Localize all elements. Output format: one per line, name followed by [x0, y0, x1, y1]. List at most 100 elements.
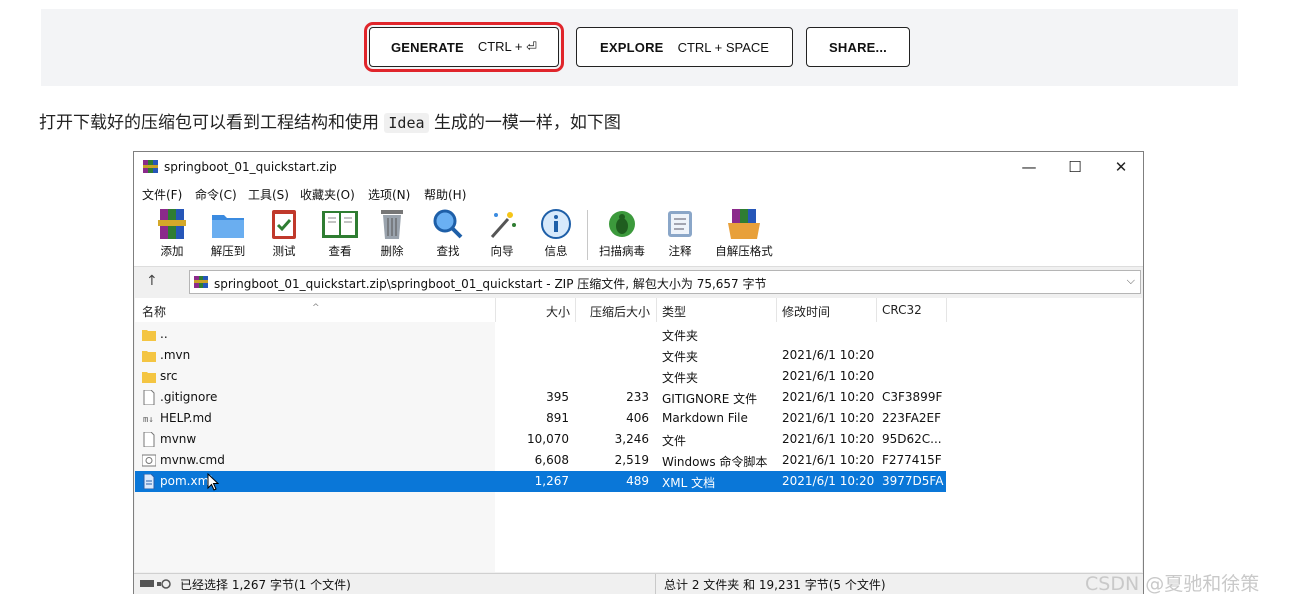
- file-size: 6,608: [534, 453, 569, 467]
- paragraph-text-after: 生成的一模一样，如下图: [433, 113, 621, 133]
- tool-extract[interactable]: 解压到: [202, 207, 254, 259]
- tool-view[interactable]: 查看: [314, 207, 366, 259]
- menu-bar: 文件(F) 命令(C) 工具(S) 收藏夹(O) 选项(N) 帮助(H): [134, 182, 1143, 204]
- file-icon: [142, 389, 156, 406]
- menu-favorites[interactable]: 收藏夹(O): [300, 186, 355, 203]
- tool-test[interactable]: 测试: [258, 207, 310, 259]
- file-row-selected[interactable]: pom.xml 1,267 489 XML 文档 2021/6/1 10:20 3977D…: [135, 471, 946, 492]
- address-bar: ↑ springboot_01_quickstart.zip\springboo…: [134, 267, 1143, 297]
- delete-trash-icon: [381, 210, 403, 239]
- file-row[interactable]: m↓ HELP.md 891 406 Markdown File 2021/6/1 10:…: [135, 408, 946, 429]
- address-field[interactable]: springboot_01_quickstart.zip\springboot_…: [189, 270, 1141, 294]
- file-type: 文件夹: [662, 371, 699, 385]
- file-type: 文件夹: [662, 329, 699, 343]
- file-size: 891: [546, 411, 569, 425]
- info-icon: [541, 209, 571, 239]
- status-total: 总计 2 文件夹 和 19,231 字节(5 个文件): [664, 578, 886, 592]
- file-packed: 406: [626, 411, 649, 425]
- menu-command[interactable]: 命令(C): [195, 186, 237, 203]
- file-row[interactable]: mvnw 10,070 3,246 文件 2021/6/1 10:20 95D62C...: [135, 429, 946, 450]
- share-button[interactable]: SHARE...: [806, 27, 910, 67]
- menu-help[interactable]: 帮助(H): [424, 186, 466, 203]
- file-row[interactable]: mvnw.cmd 6,608 2,519 Windows 命令脚本 2021/6/1 1…: [135, 450, 946, 471]
- file-modified: 2021/6/1 10:20: [782, 411, 875, 425]
- file-icon: [142, 431, 156, 448]
- explore-shortcut: CTRL + SPACE: [677, 39, 769, 55]
- find-magnifier-icon: [433, 209, 463, 239]
- tool-delete[interactable]: 删除: [366, 207, 418, 259]
- inline-code: Idea: [384, 113, 429, 133]
- file-modified: 2021/6/1 10:20: [782, 474, 875, 488]
- file-row[interactable]: .mvn 文件夹 2021/6/1 10:20: [135, 345, 946, 366]
- cmd-icon: [141, 453, 157, 468]
- chevron-down-icon[interactable]: ⌵: [1127, 274, 1135, 288]
- watermark: CSDN @夏驰和徐策: [1085, 573, 1260, 595]
- file-packed: 3,246: [614, 432, 649, 446]
- file-crc: 3977D5FA: [882, 474, 944, 488]
- file-type: GITIGNORE 文件: [662, 392, 758, 406]
- file-row[interactable]: .. 文件夹: [135, 324, 946, 345]
- col-size[interactable]: 大小: [546, 303, 570, 320]
- mouse-cursor-icon: [207, 472, 220, 494]
- toolbar: 添加 解压到 测试 查看 删除 查找 向导 信息 扫描病毒 注释 自解压格式: [134, 204, 1143, 267]
- tool-virus-scan[interactable]: 扫描病毒: [596, 207, 648, 259]
- col-packed[interactable]: 压缩后大小: [590, 303, 650, 320]
- file-packed: 233: [626, 390, 649, 404]
- col-crc[interactable]: CRC32: [882, 303, 922, 317]
- file-modified: 2021/6/1 10:20: [782, 453, 875, 467]
- file-row[interactable]: src 文件夹 2021/6/1 10:20: [135, 366, 946, 387]
- sort-caret-icon: ^: [312, 303, 320, 313]
- button-strip: GENERATE CTRL + ⏎ EXPLORE CTRL + SPACE S…: [41, 9, 1238, 86]
- folder-icon: [142, 348, 156, 363]
- status-selection: 已经选择 1,267 字节(1 个文件): [180, 578, 351, 592]
- wizard-wand-icon: [490, 212, 516, 238]
- explore-label: EXPLORE: [600, 39, 664, 55]
- xml-icon: [142, 473, 156, 490]
- file-row[interactable]: .gitignore 395 233 GITIGNORE 文件 2021/6/1 10:…: [135, 387, 946, 408]
- file-modified: 2021/6/1 10:20: [782, 390, 875, 404]
- file-modified: 2021/6/1 10:20: [782, 432, 875, 446]
- menu-file[interactable]: 文件(F): [142, 186, 182, 203]
- file-size: 10,070: [527, 432, 569, 446]
- tool-comment[interactable]: 注释: [654, 207, 706, 259]
- file-size: 395: [546, 390, 569, 404]
- file-name: .mvn: [160, 348, 191, 362]
- status-bar: 已经选择 1,267 字节(1 个文件) 总计 2 文件夹 和 19,231 字…: [134, 573, 1143, 594]
- col-name[interactable]: 名称: [142, 303, 166, 320]
- archive-window: springboot_01_quickstart.zip — ☐ ✕ 文件(F)…: [133, 151, 1144, 594]
- view-book-icon: [322, 211, 358, 238]
- description-paragraph: 打开下载好的压缩包可以看到工程结构和使用 Idea 生成的一模一样，如下图: [39, 108, 621, 133]
- file-crc: C3F3899F: [882, 390, 943, 404]
- menu-tools[interactable]: 工具(S): [248, 186, 289, 203]
- tool-sfx[interactable]: 自解压格式: [712, 207, 776, 259]
- file-packed: 2,519: [614, 453, 649, 467]
- tool-info[interactable]: 信息: [530, 207, 582, 259]
- file-name: src: [160, 369, 178, 383]
- maximize-icon[interactable]: ☐: [1052, 152, 1098, 182]
- toolbar-separator: [587, 210, 588, 260]
- folder-icon: [142, 327, 156, 342]
- file-type: Markdown File: [662, 411, 748, 425]
- generate-label: GENERATE: [390, 39, 464, 55]
- minimize-icon[interactable]: —: [1006, 152, 1052, 182]
- markdown-icon: m↓: [142, 411, 156, 426]
- up-arrow-icon[interactable]: ↑: [146, 273, 158, 289]
- file-name: .gitignore: [160, 390, 218, 404]
- extract-folder-icon: [212, 215, 244, 238]
- file-type: XML 文档: [662, 476, 716, 490]
- folder-icon: [142, 369, 156, 384]
- tool-find[interactable]: 查找: [422, 207, 474, 259]
- test-clipboard-icon: [272, 210, 296, 239]
- file-crc: 95D62C...: [882, 432, 942, 446]
- generate-button[interactable]: GENERATE CTRL + ⏎: [364, 22, 564, 72]
- address-path: springboot_01_quickstart.zip\springboot_…: [214, 277, 767, 291]
- tool-wizard[interactable]: 向导: [476, 207, 528, 259]
- menu-options[interactable]: 选项(N): [368, 186, 410, 203]
- tool-add[interactable]: 添加: [146, 207, 198, 259]
- explore-button[interactable]: EXPLORE CTRL + SPACE: [576, 27, 793, 67]
- col-type[interactable]: 类型: [662, 303, 686, 320]
- winrar-icon: [143, 160, 158, 173]
- close-icon[interactable]: ✕: [1098, 152, 1144, 182]
- col-modified[interactable]: 修改时间: [782, 303, 830, 320]
- window-title: springboot_01_quickstart.zip: [164, 160, 337, 174]
